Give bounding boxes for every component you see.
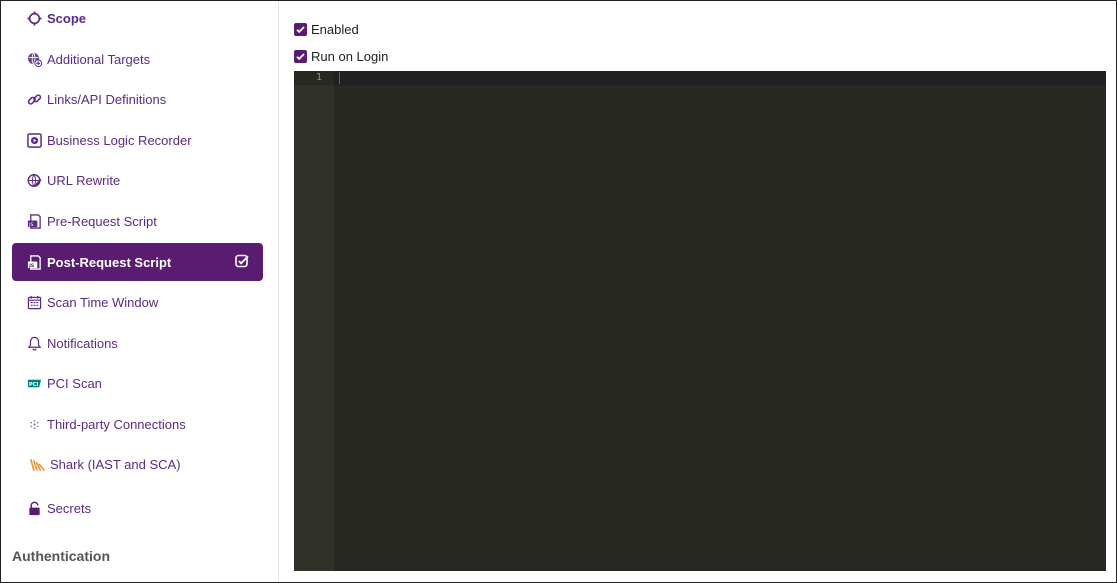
svg-text:JS: JS bbox=[28, 221, 33, 227]
sidebar-item-third-party-connections[interactable]: Third-party Connections bbox=[12, 405, 263, 443]
sidebar-item-scan-time-window[interactable]: Scan Time Window bbox=[12, 283, 263, 321]
editor-cursor bbox=[339, 72, 340, 84]
sidebar-item-label: Notifications bbox=[47, 335, 118, 351]
checkmark-icon bbox=[296, 26, 305, 34]
lock-icon bbox=[26, 500, 42, 516]
sidebar-item-label: Scan Time Window bbox=[47, 294, 159, 310]
section-title-authentication: Authentication bbox=[12, 548, 110, 564]
sidebar-item-url-rewrite[interactable]: URL Rewrite bbox=[12, 161, 263, 199]
line-number: 1 bbox=[315, 72, 322, 83]
gutter-active-line: 1 bbox=[294, 71, 334, 85]
script-icon: JS bbox=[26, 213, 42, 229]
sidebar-item-label: Third-party Connections bbox=[47, 416, 186, 432]
enabled-checkbox[interactable] bbox=[294, 23, 307, 36]
sidebar-item-links-api-definitions[interactable]: Links/API Definitions bbox=[12, 80, 263, 118]
crosshair-icon bbox=[26, 10, 42, 26]
checkmark-icon bbox=[296, 53, 305, 61]
run-on-login-label: Run on Login bbox=[311, 49, 389, 64]
run-on-login-checkbox-row[interactable]: Run on Login bbox=[294, 49, 388, 64]
shark-icon bbox=[29, 456, 45, 472]
sidebar-item-scope[interactable]: Scope bbox=[12, 1, 263, 37]
sidebar-item-pci-scan[interactable]: PCI PCI Scan bbox=[12, 364, 263, 402]
connections-icon bbox=[26, 416, 42, 432]
sidebar-item-label: Links/API Definitions bbox=[47, 91, 167, 107]
checked-icon bbox=[235, 254, 249, 268]
sidebar-item-label: PCI Scan bbox=[47, 375, 102, 391]
script-editor[interactable]: 1 bbox=[294, 71, 1106, 571]
sidebar-item-label: Additional Targets bbox=[47, 51, 151, 67]
enabled-checkbox-row[interactable]: Enabled bbox=[294, 22, 359, 37]
pci-icon: PCI bbox=[26, 375, 42, 391]
globe-edit-icon bbox=[26, 172, 42, 188]
sidebar-item-secrets[interactable]: Secrets bbox=[12, 489, 263, 527]
sidebar-item-shark[interactable]: Shark (IAST and SCA) bbox=[12, 445, 263, 483]
main-panel: Enabled Run on Login 1 bbox=[279, 1, 1116, 582]
enabled-label: Enabled bbox=[311, 22, 359, 37]
sidebar-item-label: Post-Request Script bbox=[47, 254, 172, 270]
sidebar-item-pre-request-script[interactable]: JS Pre-Request Script bbox=[12, 202, 263, 240]
record-icon bbox=[26, 132, 42, 148]
globe-plus-icon bbox=[26, 51, 42, 67]
settings-sidebar: Scope Additional Targets Links/API Defin… bbox=[1, 1, 279, 582]
sidebar-item-label: Secrets bbox=[47, 500, 92, 516]
sidebar-item-label: Shark (IAST and SCA) bbox=[50, 456, 181, 472]
sidebar-item-notifications[interactable]: Notifications bbox=[12, 324, 263, 362]
sidebar-item-business-logic-recorder[interactable]: Business Logic Recorder bbox=[12, 121, 263, 159]
sidebar-item-label: Pre-Request Script bbox=[47, 213, 157, 229]
sidebar-item-label: URL Rewrite bbox=[47, 172, 121, 188]
editor-gutter: 1 bbox=[294, 71, 334, 571]
script-icon: JS bbox=[26, 254, 42, 270]
link-icon bbox=[26, 91, 42, 107]
sidebar-item-post-request-script[interactable]: JS Post-Request Script bbox=[12, 243, 263, 281]
app-frame: Scope Additional Targets Links/API Defin… bbox=[0, 0, 1117, 583]
sidebar-item-label: Scope bbox=[47, 10, 87, 26]
bell-icon bbox=[26, 335, 42, 351]
run-on-login-checkbox[interactable] bbox=[294, 50, 307, 63]
svg-text:PCI: PCI bbox=[28, 381, 38, 387]
calendar-icon bbox=[26, 294, 42, 310]
sidebar-item-additional-targets[interactable]: Additional Targets bbox=[12, 40, 263, 78]
sidebar-item-label: Business Logic Recorder bbox=[47, 132, 192, 148]
svg-text:JS: JS bbox=[28, 262, 35, 268]
editor-active-line bbox=[334, 71, 1106, 85]
